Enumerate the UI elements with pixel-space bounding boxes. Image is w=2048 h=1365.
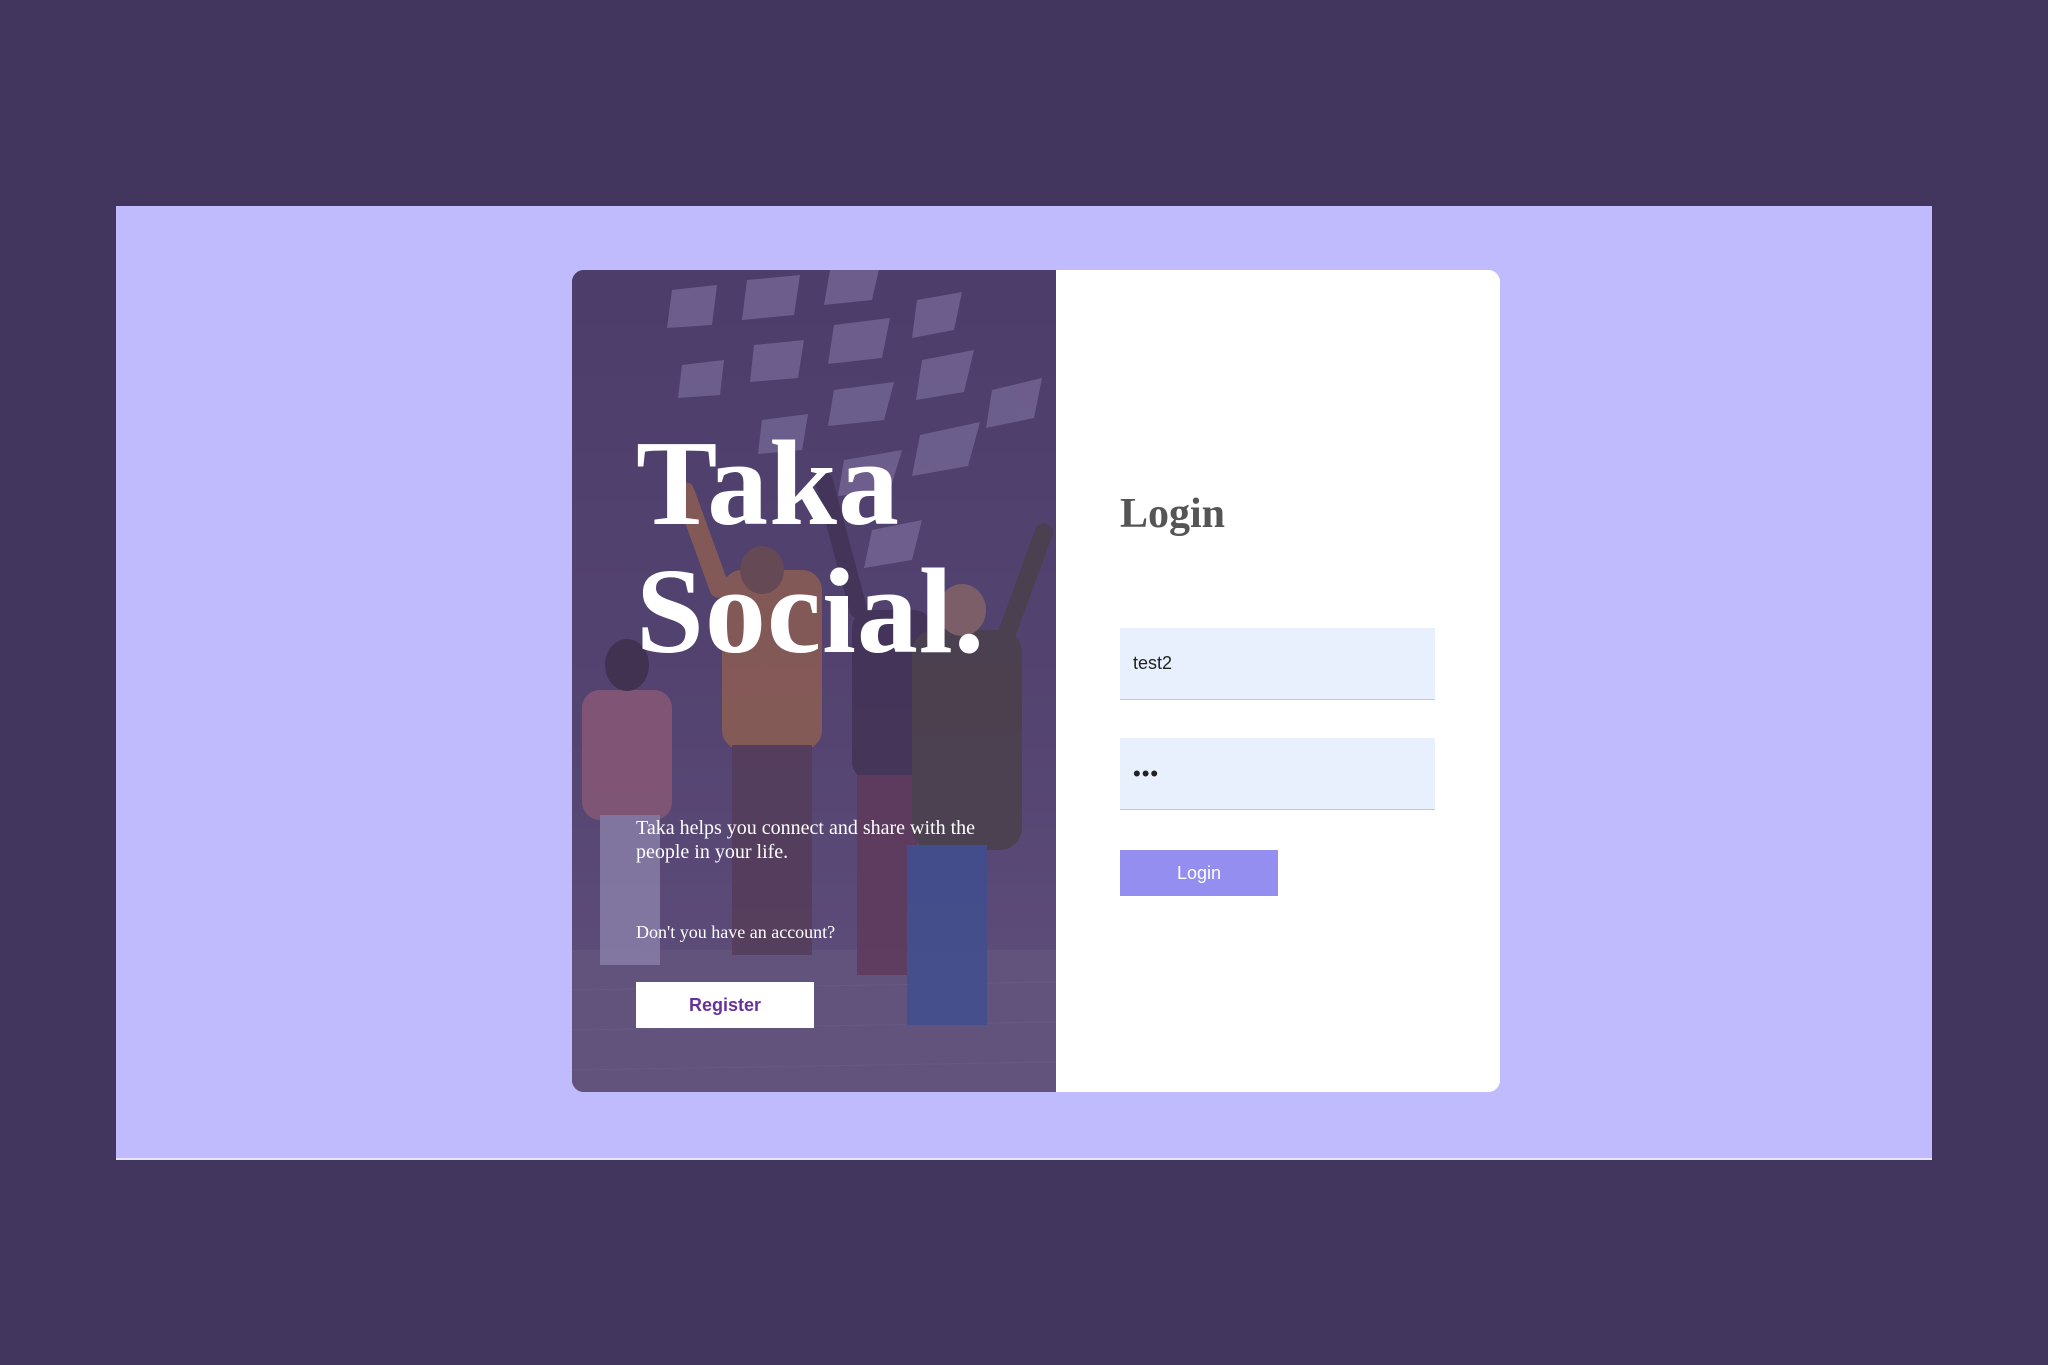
register-button[interactable]: Register (636, 982, 814, 1028)
hero-panel: Taka Social. Taka helps you connect and … (572, 270, 1056, 1092)
app-viewport: Taka Social. Taka helps you connect and … (116, 206, 1932, 1160)
hero-content: Taka Social. Taka helps you connect and … (636, 270, 1036, 1092)
login-button[interactable]: Login (1120, 850, 1278, 896)
brand-title: Taka Social. (636, 420, 985, 676)
username-input[interactable] (1120, 628, 1435, 700)
no-account-text: Don't you have an account? (636, 922, 836, 942)
brand-title-line1: Taka (636, 416, 901, 551)
hero-tagline: Taka helps you connect and share with th… (636, 817, 976, 863)
brand-title-line2: Social. (636, 544, 986, 679)
auth-card: Taka Social. Taka helps you connect and … (572, 270, 1500, 1092)
login-title: Login (1120, 491, 1226, 537)
password-input[interactable] (1120, 738, 1435, 810)
login-panel: Login Login (1056, 270, 1500, 1092)
